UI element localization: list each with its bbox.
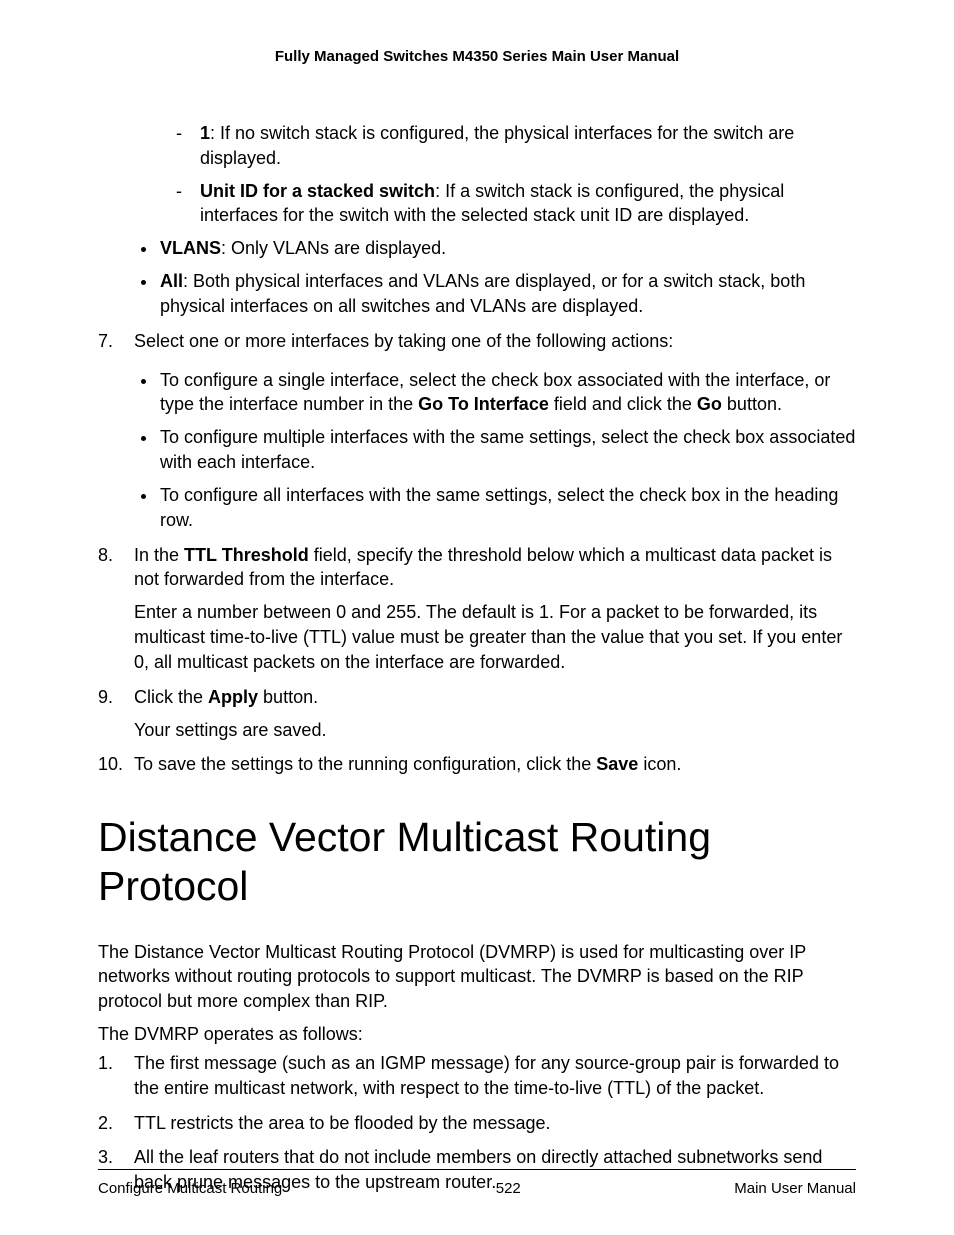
bold-text: TTL Threshold — [184, 545, 309, 565]
bullet-list: VLANS: Only VLANs are displayed. All: Bo… — [98, 236, 856, 318]
paragraph: The Distance Vector Multicast Routing Pr… — [98, 940, 856, 1014]
step-number: 8. — [98, 543, 113, 568]
page: Fully Managed Switches M4350 Series Main… — [0, 0, 954, 1235]
paragraph: Enter a number between 0 and 255. The de… — [134, 600, 856, 674]
step-number: 9. — [98, 685, 113, 710]
list-item: 2. TTL restricts the area to be flooded … — [98, 1111, 856, 1136]
bold-text: Go — [697, 394, 722, 414]
step-number: 7. — [98, 329, 113, 354]
page-footer: Configure Multicast Routing 522 Main Use… — [98, 1169, 856, 1197]
list-item: To configure multiple interfaces with th… — [158, 425, 856, 475]
text: Click the — [134, 687, 208, 707]
step-10: 10. To save the settings to the running … — [98, 752, 856, 777]
bold-text: VLANS — [160, 238, 221, 258]
step-number: 1. — [98, 1051, 113, 1076]
page-header: Fully Managed Switches M4350 Series Main… — [98, 48, 856, 65]
step-7: 7. Select one or more interfaces by taki… — [98, 329, 856, 533]
step-number: 3. — [98, 1145, 113, 1170]
text: : If no switch stack is configured, the … — [200, 123, 794, 168]
list-item: 1: If no switch stack is configured, the… — [176, 121, 856, 171]
paragraph: The DVMRP operates as follows: — [98, 1022, 856, 1047]
text: : Only VLANs are displayed. — [221, 238, 446, 258]
bold-text: Go To Interface — [418, 394, 549, 414]
bold-text: Apply — [208, 687, 258, 707]
dash-list: 1: If no switch stack is configured, the… — [134, 121, 856, 228]
paragraph: Your settings are saved. — [134, 718, 856, 743]
list-item: To configure a single interface, select … — [158, 368, 856, 418]
text: To save the settings to the running conf… — [134, 754, 596, 774]
text: button. — [258, 687, 318, 707]
page-body: 1: If no switch stack is configured, the… — [98, 121, 856, 1195]
bullet-list: To configure a single interface, select … — [134, 368, 856, 533]
list-item: Unit ID for a stacked switch: If a switc… — [176, 179, 856, 229]
list-item: VLANS: Only VLANs are displayed. — [158, 236, 856, 261]
bold-text: 1 — [200, 123, 210, 143]
footer-page-number: 522 — [496, 1180, 521, 1197]
text: button. — [722, 394, 782, 414]
bold-text: Save — [596, 754, 638, 774]
step-number: 10. — [98, 752, 123, 777]
text: In the — [134, 545, 184, 565]
list-item: To configure all interfaces with the sam… — [158, 483, 856, 533]
ordered-list: 7. Select one or more interfaces by taki… — [98, 329, 856, 777]
footer-right: Main User Manual — [734, 1180, 856, 1197]
list-item: 1. The first message (such as an IGMP me… — [98, 1051, 856, 1101]
step-number: 2. — [98, 1111, 113, 1136]
step-text: Select one or more interfaces by taking … — [134, 331, 673, 351]
text: icon. — [638, 754, 681, 774]
section-heading: Distance Vector Multicast Routing Protoc… — [98, 813, 856, 911]
bold-text: Unit ID for a stacked switch — [200, 181, 435, 201]
footer-left: Configure Multicast Routing — [98, 1180, 282, 1197]
bold-text: All — [160, 271, 183, 291]
step-8: 8. In the TTL Threshold field, specify t… — [98, 543, 856, 675]
step-9: 9. Click the Apply button. Your settings… — [98, 685, 856, 743]
text: The first message (such as an IGMP messa… — [134, 1053, 839, 1098]
text: : Both physical interfaces and VLANs are… — [160, 271, 805, 316]
list-item: All: Both physical interfaces and VLANs … — [158, 269, 856, 319]
text: field and click the — [549, 394, 697, 414]
text: TTL restricts the area to be flooded by … — [134, 1113, 551, 1133]
